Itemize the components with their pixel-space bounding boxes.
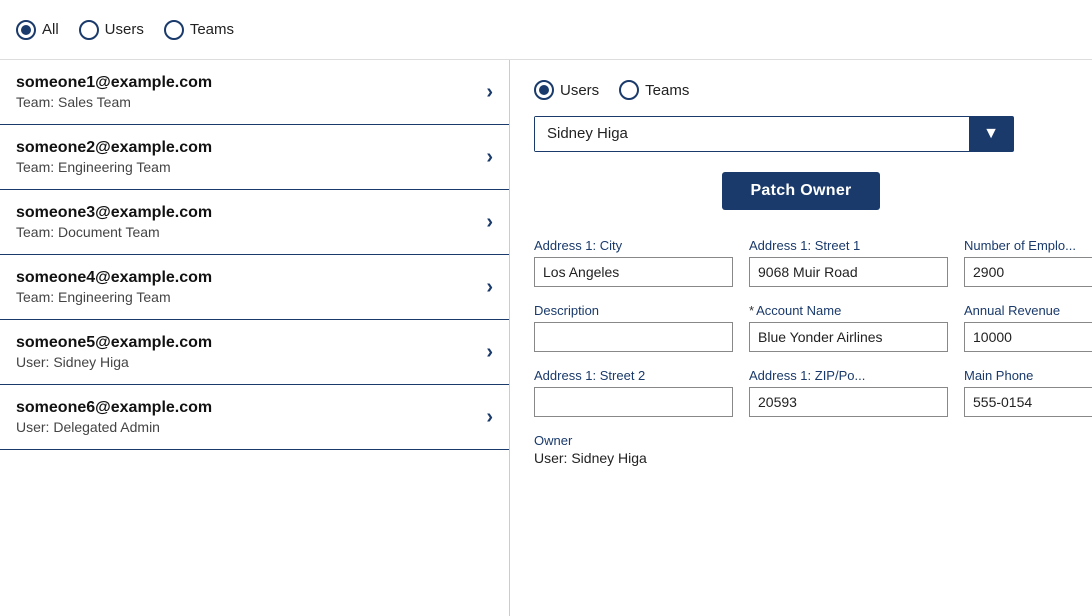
list-item-team: Team: Engineering Team — [16, 159, 212, 175]
right-radio-users-circle — [534, 80, 554, 100]
chevron-right-icon: › — [486, 146, 493, 169]
radio-teams-label: Teams — [190, 21, 234, 38]
chevron-right-icon: › — [486, 406, 493, 429]
radio-teams-circle — [164, 20, 184, 40]
field-input[interactable] — [749, 322, 948, 352]
list-item-text: someone4@example.com Team: Engineering T… — [16, 269, 212, 305]
top-radio-bar: All Users Teams — [0, 0, 1092, 60]
form-field: Number of Emplo... — [964, 238, 1092, 287]
required-marker: * — [749, 303, 754, 318]
field-input[interactable] — [964, 322, 1092, 352]
field-label: Address 1: ZIP/Po... — [749, 368, 865, 383]
list-item-text: someone1@example.com Team: Sales Team — [16, 74, 212, 110]
chevron-right-icon: › — [486, 211, 493, 234]
field-label: Annual Revenue — [964, 303, 1060, 318]
owner-label: Owner — [534, 433, 1068, 448]
radio-all[interactable]: All — [16, 20, 59, 40]
list-item-team: Team: Sales Team — [16, 94, 212, 110]
form-field: Address 1: Street 2 — [534, 368, 733, 417]
field-input[interactable] — [749, 257, 948, 287]
list-item-text: someone2@example.com Team: Engineering T… — [16, 139, 212, 175]
owner-section: Owner User: Sidney Higa — [534, 433, 1068, 466]
list-item[interactable]: someone3@example.com Team: Document Team… — [0, 190, 509, 255]
radio-users-circle — [79, 20, 99, 40]
list-item-text: someone5@example.com User: Sidney Higa — [16, 334, 212, 370]
field-input[interactable] — [534, 387, 733, 417]
field-input[interactable] — [534, 322, 733, 352]
left-panel: someone1@example.com Team: Sales Team › … — [0, 60, 510, 616]
list-item[interactable]: someone5@example.com User: Sidney Higa › — [0, 320, 509, 385]
field-label: Address 1: City — [534, 238, 622, 253]
form-field: Address 1: Street 1 — [749, 238, 948, 287]
radio-users-label: Users — [105, 21, 144, 38]
right-panel: Users Teams Sidney Higa ▼ Patch Owner Ad… — [510, 60, 1092, 616]
radio-users[interactable]: Users — [79, 20, 144, 40]
list-item-email: someone4@example.com — [16, 269, 212, 287]
main-container: All Users Teams someone1@example.com Tea… — [0, 0, 1092, 616]
field-label: Address 1: Street 2 — [534, 368, 645, 383]
form-field: Description — [534, 303, 733, 352]
form-field: Main Phone — [964, 368, 1092, 417]
list-item-email: someone3@example.com — [16, 204, 212, 222]
list-item-email: someone5@example.com — [16, 334, 212, 352]
radio-all-circle — [16, 20, 36, 40]
form-field: Address 1: City — [534, 238, 733, 287]
list-item-team: Team: Engineering Team — [16, 289, 212, 305]
list-item-team: User: Sidney Higa — [16, 354, 212, 370]
right-radio-users-label: Users — [560, 82, 599, 99]
form-field: Address 1: ZIP/Po... — [749, 368, 948, 417]
chevron-right-icon: › — [486, 341, 493, 364]
right-radio-teams-label: Teams — [645, 82, 689, 99]
form-field: * Account Name — [749, 303, 948, 352]
field-label: Main Phone — [964, 368, 1033, 383]
right-radio-teams-circle — [619, 80, 639, 100]
field-input[interactable] — [964, 257, 1092, 287]
patch-owner-button[interactable]: Patch Owner — [722, 172, 879, 210]
field-input[interactable] — [964, 387, 1092, 417]
right-radio-users[interactable]: Users — [534, 80, 599, 100]
list-item[interactable]: someone6@example.com User: Delegated Adm… — [0, 385, 509, 450]
right-radio-teams[interactable]: Teams — [619, 80, 689, 100]
form-grid: Address 1: CityAddress 1: Street 1Number… — [534, 238, 1068, 417]
field-label: Description — [534, 303, 599, 318]
dropdown-container: Sidney Higa ▼ — [534, 116, 1014, 152]
list-item[interactable]: someone4@example.com Team: Engineering T… — [0, 255, 509, 320]
radio-all-label: All — [42, 21, 59, 38]
list-item-email: someone2@example.com — [16, 139, 212, 157]
list-item[interactable]: someone2@example.com Team: Engineering T… — [0, 125, 509, 190]
dropdown-button[interactable]: ▼ — [969, 117, 1013, 151]
chevron-right-icon: › — [486, 276, 493, 299]
chevron-right-icon: › — [486, 81, 493, 104]
field-label: Address 1: Street 1 — [749, 238, 860, 253]
field-input[interactable] — [749, 387, 948, 417]
dropdown-value: Sidney Higa — [535, 117, 969, 151]
field-label: Account Name — [756, 303, 841, 318]
content-area: someone1@example.com Team: Sales Team › … — [0, 60, 1092, 616]
list-item-text: someone6@example.com User: Delegated Adm… — [16, 399, 212, 435]
radio-teams[interactable]: Teams — [164, 20, 234, 40]
list-item-team: Team: Document Team — [16, 224, 212, 240]
list-item[interactable]: someone1@example.com Team: Sales Team › — [0, 60, 509, 125]
list-item-email: someone1@example.com — [16, 74, 212, 92]
list-item-team: User: Delegated Admin — [16, 419, 212, 435]
list-item-text: someone3@example.com Team: Document Team — [16, 204, 212, 240]
form-field: Annual Revenue — [964, 303, 1092, 352]
right-top-radio: Users Teams — [534, 80, 1068, 100]
field-input[interactable] — [534, 257, 733, 287]
list-item-email: someone6@example.com — [16, 399, 212, 417]
field-label: Number of Emplo... — [964, 238, 1076, 253]
owner-value: User: Sidney Higa — [534, 450, 1068, 466]
